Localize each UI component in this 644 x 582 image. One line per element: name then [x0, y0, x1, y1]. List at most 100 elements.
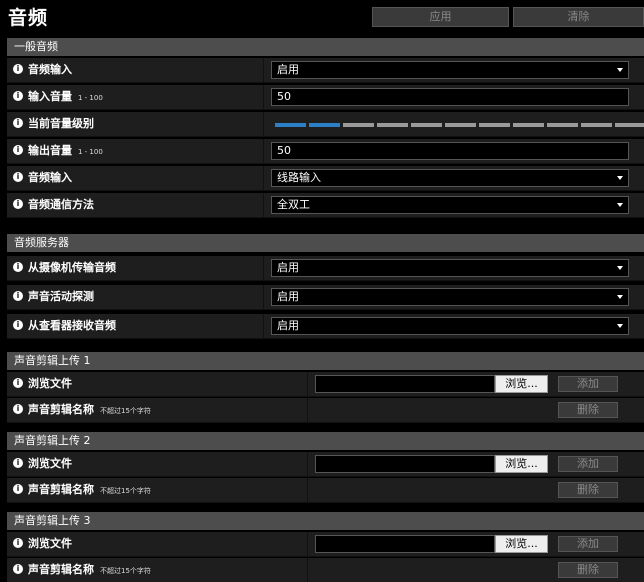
chevron-down-icon: [617, 266, 623, 270]
info-icon[interactable]: i: [13, 404, 23, 414]
output-volume-hint: 1 - 100: [78, 148, 103, 156]
add-button[interactable]: 添加: [558, 536, 618, 552]
row-receive-audio: i 从查看器接收音频 启用: [7, 314, 644, 339]
audio-input-source-value: 线路输入: [277, 171, 321, 184]
info-icon[interactable]: i: [13, 378, 23, 388]
transmit-audio-select[interactable]: 启用: [271, 259, 629, 277]
browse-button[interactable]: 浏览...: [495, 455, 548, 473]
row-browse-file-3: i 浏览文件 浏览... 添加: [7, 532, 644, 557]
volume-level-meter: [275, 123, 644, 127]
chevron-down-icon: [617, 295, 623, 299]
row-browse-file-2: i 浏览文件 浏览... 添加: [7, 452, 644, 477]
row-clip-name-1: i 声音剪辑名称 不超过15个字符 删除: [7, 398, 644, 423]
browse-file-label: 浏览文件: [28, 537, 72, 550]
info-icon[interactable]: i: [13, 484, 23, 494]
page-title: 音频: [8, 7, 49, 29]
row-sound-detection: i 声音活动探测 启用: [7, 285, 644, 310]
level-segment: [615, 123, 644, 127]
delete-button[interactable]: 删除: [558, 482, 618, 498]
top-bar: 音频 应用 清除: [0, 0, 644, 34]
browse-file-label: 浏览文件: [28, 377, 72, 390]
level-segment: [343, 123, 374, 127]
delete-button[interactable]: 删除: [558, 562, 618, 578]
info-icon[interactable]: i: [13, 538, 23, 548]
clip-name-hint: 不超过15个字符: [100, 407, 151, 415]
info-icon[interactable]: i: [13, 64, 23, 74]
row-audio-input: i 音频输入 启用: [7, 58, 644, 83]
info-icon[interactable]: i: [13, 262, 23, 272]
clear-button[interactable]: 清除: [513, 7, 644, 27]
info-icon[interactable]: i: [13, 564, 23, 574]
chevron-down-icon: [617, 176, 623, 180]
chevron-down-icon: [617, 203, 623, 207]
section-clip-upload-3: 声音剪辑上传 3: [7, 512, 644, 530]
info-icon[interactable]: i: [13, 172, 23, 182]
apply-button[interactable]: 应用: [372, 7, 509, 27]
current-level-label: 当前音量级别: [28, 117, 94, 130]
browse-file-label: 浏览文件: [28, 457, 72, 470]
section-clip-upload-2: 声音剪辑上传 2: [7, 432, 644, 450]
info-icon[interactable]: i: [13, 199, 23, 209]
output-volume-label: 输出音量: [28, 144, 72, 157]
receive-audio-label: 从查看器接收音频: [28, 319, 116, 332]
receive-audio-value: 启用: [277, 319, 299, 332]
row-input-volume: i 输入音量 1 - 100 50: [7, 85, 644, 110]
info-icon[interactable]: i: [13, 91, 23, 101]
audio-input-source-select[interactable]: 线路输入: [271, 169, 629, 187]
section-general-audio: 一般音频: [7, 38, 644, 56]
input-volume-label: 输入音量: [28, 90, 72, 103]
sound-detection-select[interactable]: 启用: [271, 288, 629, 306]
info-icon[interactable]: i: [13, 118, 23, 128]
row-clip-name-2: i 声音剪辑名称 不超过15个字符 删除: [7, 478, 644, 503]
receive-audio-select[interactable]: 启用: [271, 317, 629, 335]
clip-name-label: 声音剪辑名称: [28, 563, 94, 576]
output-volume-field[interactable]: 50: [271, 142, 629, 160]
comm-method-value: 全双工: [277, 198, 310, 211]
row-comm-method: i 音频通信方法 全双工: [7, 193, 644, 218]
browse-button[interactable]: 浏览...: [495, 535, 548, 553]
row-audio-input-source: i 音频输入 线路输入: [7, 166, 644, 191]
section-clip-upload-1: 声音剪辑上传 1: [7, 352, 644, 370]
section-audio-server: 音频服务器: [7, 234, 644, 252]
level-segment: [411, 123, 442, 127]
file-path-field[interactable]: [315, 535, 495, 553]
row-current-level: i 当前音量级别: [7, 112, 644, 137]
comm-method-select[interactable]: 全双工: [271, 196, 629, 214]
level-segment: [445, 123, 476, 127]
level-segment: [479, 123, 510, 127]
audio-input-value: 启用: [277, 63, 299, 76]
file-path-field[interactable]: [315, 375, 495, 393]
sound-detection-value: 启用: [277, 290, 299, 303]
level-segment: [513, 123, 544, 127]
row-browse-file-1: i 浏览文件 浏览... 添加: [7, 372, 644, 397]
row-transmit-audio: i 从摄像机传输音频 启用: [7, 256, 644, 281]
chevron-down-icon: [617, 324, 623, 328]
audio-input-label: 音频输入: [28, 63, 72, 76]
info-icon[interactable]: i: [13, 291, 23, 301]
info-icon[interactable]: i: [13, 145, 23, 155]
clip-name-hint: 不超过15个字符: [100, 567, 151, 575]
level-segment: [377, 123, 408, 127]
delete-button[interactable]: 删除: [558, 402, 618, 418]
add-button[interactable]: 添加: [558, 456, 618, 472]
chevron-down-icon: [617, 68, 623, 72]
comm-method-label: 音频通信方法: [28, 198, 94, 211]
sound-detection-label: 声音活动探测: [28, 290, 94, 303]
input-volume-field[interactable]: 50: [271, 88, 629, 106]
clip-name-hint: 不超过15个字符: [100, 487, 151, 495]
row-clip-name-3: i 声音剪辑名称 不超过15个字符 删除: [7, 558, 644, 582]
level-segment: [309, 123, 340, 127]
transmit-audio-label: 从摄像机传输音频: [28, 261, 116, 274]
info-icon[interactable]: i: [13, 458, 23, 468]
level-segment: [275, 123, 306, 127]
file-path-field[interactable]: [315, 455, 495, 473]
clip-name-label: 声音剪辑名称: [28, 483, 94, 496]
level-segment: [581, 123, 612, 127]
audio-input-select[interactable]: 启用: [271, 61, 629, 79]
level-segment: [547, 123, 578, 127]
row-output-volume: i 输出音量 1 - 100 50: [7, 139, 644, 164]
info-icon[interactable]: i: [13, 320, 23, 330]
browse-button[interactable]: 浏览...: [495, 375, 548, 393]
transmit-audio-value: 启用: [277, 261, 299, 274]
add-button[interactable]: 添加: [558, 376, 618, 392]
